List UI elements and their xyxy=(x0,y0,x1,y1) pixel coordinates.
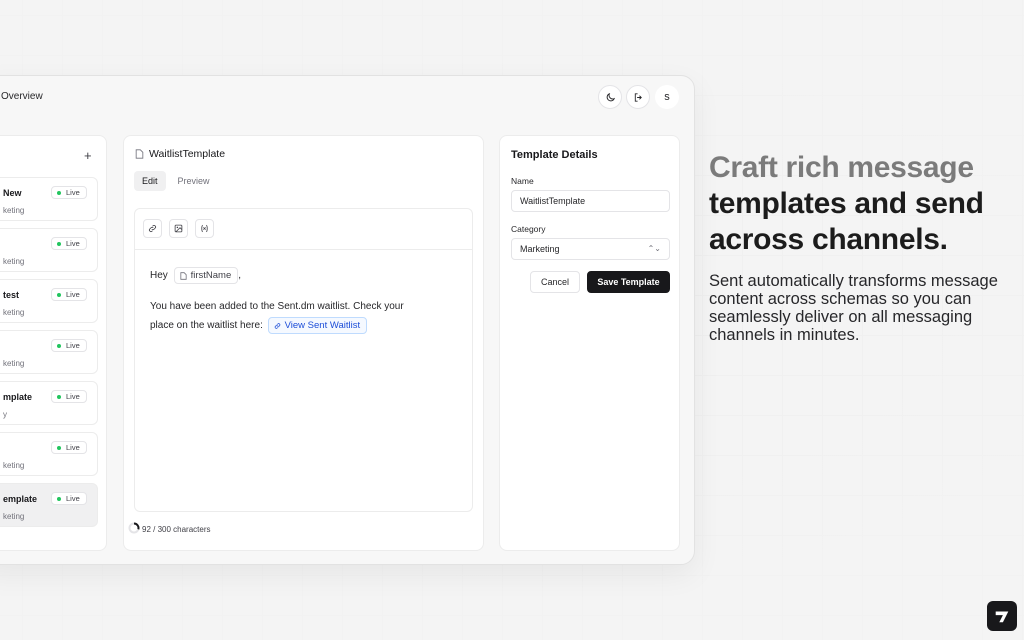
template-item-name: test xyxy=(3,290,20,300)
message-line-1: You have been added to the Sent.dm waitl… xyxy=(150,301,404,312)
variable-icon xyxy=(201,224,208,233)
message-line-2-text: place on the waitlist here: xyxy=(150,320,263,332)
insert-variable-button[interactable] xyxy=(195,219,214,238)
status-badge: Live xyxy=(51,288,87,301)
document-icon xyxy=(180,272,187,280)
template-list-item[interactable]: New Live keting xyxy=(0,177,98,221)
tab-preview[interactable]: Preview xyxy=(170,171,218,191)
template-item-name: emplate xyxy=(3,494,38,504)
template-item-category: keting xyxy=(3,308,25,317)
cancel-button[interactable]: Cancel xyxy=(530,271,580,293)
status-badge: Live xyxy=(51,441,87,454)
variable-chip-label: firstName xyxy=(190,270,232,281)
template-item-name: mplate xyxy=(3,392,33,402)
template-editor: WaitlistTemplate Edit Preview Hey firstN… xyxy=(123,135,484,551)
image-icon xyxy=(174,224,183,233)
theme-toggle-button[interactable] xyxy=(598,85,622,109)
waitlist-link-chip[interactable]: View Sent Waitlist xyxy=(267,317,368,334)
status-badge: Live xyxy=(51,186,87,199)
compose-area[interactable]: Hey firstName , You have been added to t… xyxy=(134,208,473,512)
add-template-button[interactable]: + xyxy=(84,148,92,163)
message-line-greeting: Hey firstName , xyxy=(150,267,241,284)
status-badge: Live xyxy=(51,492,87,505)
name-label: Name xyxy=(511,176,534,186)
status-badge: Live xyxy=(51,237,87,250)
character-progress-icon xyxy=(128,522,140,534)
sent-logo-icon xyxy=(995,611,1009,623)
status-badge: Live xyxy=(51,390,87,403)
details-title: Template Details xyxy=(511,149,598,161)
link-icon xyxy=(274,323,280,329)
logout-button[interactable] xyxy=(626,85,650,109)
greeting-suffix: , xyxy=(238,270,242,282)
tab-edit[interactable]: Edit xyxy=(134,171,166,191)
app-window: Overview s + New Live keting Live keting test… xyxy=(0,75,695,565)
formatting-toolbar xyxy=(135,209,472,250)
link-icon xyxy=(149,225,156,232)
template-item-category: keting xyxy=(3,257,25,266)
variable-chip[interactable]: firstName xyxy=(173,267,239,284)
editor-title: WaitlistTemplate xyxy=(149,148,226,160)
insert-image-button[interactable] xyxy=(169,219,188,238)
waitlist-link-label: View Sent Waitlist xyxy=(284,320,361,331)
avatar[interactable]: s xyxy=(655,85,679,109)
subcopy: Sent automatically transforms message co… xyxy=(709,272,998,344)
breadcrumb[interactable]: Overview xyxy=(1,91,43,102)
headline-muted: Craft rich message xyxy=(709,151,974,184)
category-value: Marketing xyxy=(520,244,560,254)
template-item-category: keting xyxy=(3,359,25,368)
template-item-name: New xyxy=(3,188,22,198)
logout-icon xyxy=(634,92,642,102)
editor-tabs: Edit Preview xyxy=(134,171,218,191)
document-icon xyxy=(135,149,144,159)
template-list-item[interactable]: mplate Live y xyxy=(0,381,98,425)
category-select[interactable]: Marketing ⌃⌄ xyxy=(511,238,670,260)
message-line-2: place on the waitlist here: View Sent Wa… xyxy=(150,317,368,334)
name-input[interactable]: WaitlistTemplate xyxy=(511,190,670,212)
template-item-category: keting xyxy=(3,206,25,215)
template-item-category: keting xyxy=(3,512,25,521)
template-item-category: keting xyxy=(3,461,25,470)
template-item-category: y xyxy=(3,410,7,419)
template-list-item[interactable]: Live keting xyxy=(0,228,98,272)
chevron-updown-icon: ⌃⌄ xyxy=(647,244,661,253)
character-counter: 92 / 300 characters xyxy=(142,525,211,534)
save-template-button[interactable]: Save Template xyxy=(587,271,670,293)
headline-dark: templates and send across channels. xyxy=(709,187,984,256)
template-details-panel: Template Details Name WaitlistTemplate C… xyxy=(499,135,680,551)
headline: Craft rich message templates and send ac… xyxy=(709,150,1019,258)
greeting-text: Hey xyxy=(150,270,168,282)
template-list-item[interactable]: Live keting xyxy=(0,432,98,476)
template-list: + New Live keting Live keting test Live keting L… xyxy=(0,135,107,551)
status-badge: Live xyxy=(51,339,87,352)
moon-icon xyxy=(606,92,615,101)
template-list-item[interactable]: emplate Live keting xyxy=(0,483,98,527)
brand-logo xyxy=(987,601,1017,631)
template-list-item[interactable]: test Live keting xyxy=(0,279,98,323)
category-label: Category xyxy=(511,224,546,234)
insert-link-button[interactable] xyxy=(143,219,162,238)
template-list-item[interactable]: Live keting xyxy=(0,330,98,374)
